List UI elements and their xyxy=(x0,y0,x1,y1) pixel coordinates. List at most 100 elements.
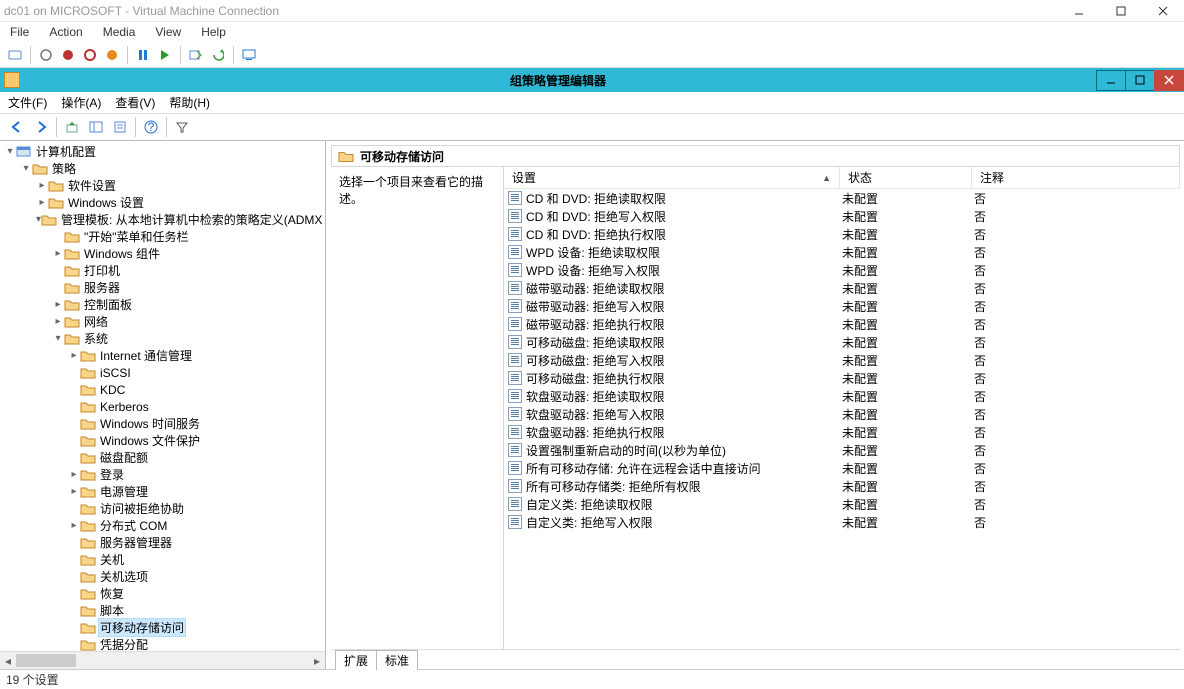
vm-close-button[interactable] xyxy=(1142,0,1184,21)
tree-item[interactable]: 脚本 xyxy=(0,602,325,619)
list-row[interactable]: 所有可移动存储: 允许在远程会话中直接访问未配置否 xyxy=(504,459,1180,477)
tree-item[interactable]: Windows 文件保护 xyxy=(0,432,325,449)
tree-item[interactable]: 打印机 xyxy=(0,262,325,279)
tree-item[interactable]: ▸分布式 COM xyxy=(0,517,325,534)
tree-item[interactable]: 关机选项 xyxy=(0,568,325,585)
scroll-right-icon[interactable]: ▸ xyxy=(309,652,325,669)
tree-item[interactable]: iSCSI xyxy=(0,364,325,381)
expand-icon[interactable]: ▾ xyxy=(52,333,64,344)
save-icon[interactable] xyxy=(103,46,121,64)
list-row[interactable]: WPD 设备: 拒绝读取权限未配置否 xyxy=(504,243,1180,261)
up-icon[interactable] xyxy=(61,116,83,138)
gp-menu-help[interactable]: 帮助(H) xyxy=(169,94,210,111)
vm-menu-media[interactable]: Media xyxy=(99,23,140,41)
vm-menu-file[interactable]: File xyxy=(6,23,33,41)
expand-icon[interactable]: ▸ xyxy=(36,197,48,208)
tree-item[interactable]: ▾策略 xyxy=(0,160,325,177)
tab-extended[interactable]: 扩展 xyxy=(335,650,377,670)
checkpoint-icon[interactable] xyxy=(187,46,205,64)
expand-icon[interactable]: ▸ xyxy=(52,248,64,259)
shutdown-icon[interactable] xyxy=(81,46,99,64)
list-row[interactable]: 磁带驱动器: 拒绝写入权限未配置否 xyxy=(504,297,1180,315)
expand-icon[interactable]: ▸ xyxy=(68,520,80,531)
tree-item[interactable]: "开始"菜单和任务栏 xyxy=(0,228,325,245)
tree-item[interactable]: 恢复 xyxy=(0,585,325,602)
list-row[interactable]: 磁带驱动器: 拒绝读取权限未配置否 xyxy=(504,279,1180,297)
list-row[interactable]: 可移动磁盘: 拒绝写入权限未配置否 xyxy=(504,351,1180,369)
gp-close-button[interactable] xyxy=(1154,70,1184,91)
reset-icon[interactable] xyxy=(156,46,174,64)
expand-icon[interactable]: ▾ xyxy=(20,163,32,174)
list-row[interactable]: CD 和 DVD: 拒绝执行权限未配置否 xyxy=(504,225,1180,243)
gp-minimize-button[interactable] xyxy=(1096,70,1126,91)
tree-item[interactable]: 磁盘配额 xyxy=(0,449,325,466)
tree-item[interactable]: ▸Windows 组件 xyxy=(0,245,325,262)
start-icon[interactable] xyxy=(37,46,55,64)
list-row[interactable]: 软盘驱动器: 拒绝执行权限未配置否 xyxy=(504,423,1180,441)
list-row[interactable]: CD 和 DVD: 拒绝读取权限未配置否 xyxy=(504,189,1180,207)
gp-maximize-button[interactable] xyxy=(1125,70,1155,91)
tree-item[interactable]: ▾管理模板: 从本地计算机中检索的策略定义(ADMX xyxy=(0,211,325,228)
list-row[interactable]: 自定义类: 拒绝读取权限未配置否 xyxy=(504,495,1180,513)
expand-icon[interactable]: ▸ xyxy=(52,316,64,327)
tree-item[interactable]: ▸登录 xyxy=(0,466,325,483)
tree-item[interactable]: ▾计算机配置 xyxy=(0,143,325,160)
tree-item[interactable]: ▸软件设置 xyxy=(0,177,325,194)
expand-icon[interactable]: ▸ xyxy=(68,486,80,497)
tree-hscrollbar[interactable]: ◂ ▸ xyxy=(0,651,325,669)
turnoff-icon[interactable] xyxy=(59,46,77,64)
help-icon[interactable]: ? xyxy=(140,116,162,138)
expand-icon[interactable]: ▸ xyxy=(68,350,80,361)
scroll-thumb[interactable] xyxy=(16,654,76,667)
list-row[interactable]: 软盘驱动器: 拒绝写入权限未配置否 xyxy=(504,405,1180,423)
list-row[interactable]: 自定义类: 拒绝写入权限未配置否 xyxy=(504,513,1180,531)
tree-item[interactable]: ▸电源管理 xyxy=(0,483,325,500)
tree-item[interactable]: 关机 xyxy=(0,551,325,568)
vm-menu-view[interactable]: View xyxy=(151,23,185,41)
expand-icon[interactable]: ▸ xyxy=(68,469,80,480)
tree-item[interactable]: ▸Internet 通信管理 xyxy=(0,347,325,364)
col-comment[interactable]: 注释 xyxy=(972,167,1180,188)
filter-icon[interactable] xyxy=(171,116,193,138)
revert-icon[interactable] xyxy=(209,46,227,64)
tab-standard[interactable]: 标准 xyxy=(376,650,418,670)
gp-menu-action[interactable]: 操作(A) xyxy=(61,94,101,111)
properties-icon[interactable] xyxy=(109,116,131,138)
scroll-left-icon[interactable]: ◂ xyxy=(0,652,16,669)
list-row[interactable]: 可移动磁盘: 拒绝执行权限未配置否 xyxy=(504,369,1180,387)
expand-icon[interactable]: ▸ xyxy=(52,299,64,310)
policy-tree[interactable]: ▾计算机配置▾策略▸软件设置▸Windows 设置▾管理模板: 从本地计算机中检… xyxy=(0,141,325,651)
tree-item[interactable]: 服务器 xyxy=(0,279,325,296)
list-row[interactable]: 所有可移动存储类: 拒绝所有权限未配置否 xyxy=(504,477,1180,495)
vm-maximize-button[interactable] xyxy=(1100,0,1142,21)
tree-item[interactable]: Kerberos xyxy=(0,398,325,415)
tree-item[interactable]: Windows 时间服务 xyxy=(0,415,325,432)
list-row[interactable]: 设置强制重新启动的时间(以秒为单位)未配置否 xyxy=(504,441,1180,459)
vm-minimize-button[interactable] xyxy=(1058,0,1100,21)
tree-item[interactable]: ▸Windows 设置 xyxy=(0,194,325,211)
col-setting[interactable]: 设置▲ xyxy=(504,167,840,188)
list-row[interactable]: CD 和 DVD: 拒绝写入权限未配置否 xyxy=(504,207,1180,225)
col-status[interactable]: 状态 xyxy=(840,167,972,188)
back-icon[interactable] xyxy=(6,116,28,138)
list-row[interactable]: 软盘驱动器: 拒绝读取权限未配置否 xyxy=(504,387,1180,405)
pause-icon[interactable] xyxy=(134,46,152,64)
settings-list[interactable]: CD 和 DVD: 拒绝读取权限未配置否CD 和 DVD: 拒绝写入权限未配置否… xyxy=(504,189,1180,531)
gp-menu-view[interactable]: 查看(V) xyxy=(115,94,155,111)
tree-item[interactable]: ▸网络 xyxy=(0,313,325,330)
list-row[interactable]: 可移动磁盘: 拒绝读取权限未配置否 xyxy=(504,333,1180,351)
expand-icon[interactable]: ▸ xyxy=(36,180,48,191)
tree-item[interactable]: 服务器管理器 xyxy=(0,534,325,551)
expand-icon[interactable]: ▾ xyxy=(4,146,16,157)
list-row[interactable]: 磁带驱动器: 拒绝执行权限未配置否 xyxy=(504,315,1180,333)
show-hide-icon[interactable] xyxy=(85,116,107,138)
tree-item[interactable]: 凭据分配 xyxy=(0,636,325,651)
ctrl-alt-del-icon[interactable] xyxy=(6,46,24,64)
tree-item[interactable]: 访问被拒绝协助 xyxy=(0,500,325,517)
vm-menu-help[interactable]: Help xyxy=(197,23,230,41)
forward-icon[interactable] xyxy=(30,116,52,138)
tree-item[interactable]: KDC xyxy=(0,381,325,398)
enhanced-icon[interactable] xyxy=(240,46,258,64)
tree-item[interactable]: 可移动存储访问 xyxy=(0,619,325,636)
tree-item[interactable]: ▾系统 xyxy=(0,330,325,347)
